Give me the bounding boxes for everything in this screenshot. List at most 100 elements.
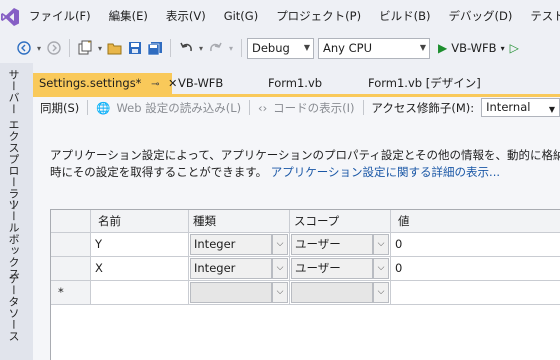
undo-icon[interactable] [176,38,196,58]
row-header[interactable] [51,257,91,281]
settings-help-link[interactable]: アプリケーション設定に関する詳細の表示... [271,165,500,179]
menu-bar: ファイル(F) 編集(E) 表示(V) Git(G) プロジェクト(P) ビルド… [0,0,560,33]
dropdown-arrow-icon[interactable]: ▾ [501,44,505,53]
platform-value: Any CPU [323,41,372,55]
setting-scope-combo[interactable]: ユーザー ⌵ [290,233,391,257]
access-modifier-label: アクセス修飾子(M): [371,100,475,115]
new-setting-type [190,282,272,303]
dropdown-arrow-icon[interactable]: ▾ [95,38,105,58]
open-folder-icon[interactable] [105,38,125,58]
setting-type: Integer [190,234,272,255]
description-line-2: 時にその設定を取得することができます。 [50,165,268,179]
menu-test[interactable]: テスト(S) [521,0,560,33]
settings-grid: 名前 種類 スコープ 値 Y Integer ⌵ ユーザー ⌵ 0 X Inte… [50,209,560,360]
new-setting-name-cell[interactable] [91,281,189,305]
tab-vb-wfb[interactable]: VB-WFB [172,73,262,94]
new-row-header[interactable]: * [51,281,91,305]
save-all-icon[interactable] [145,38,165,58]
setting-value: 0 [395,261,403,275]
chevron-down-icon[interactable]: ⌵ [373,258,389,279]
start-without-debugging-icon[interactable]: ▷ [510,41,519,55]
menu-edit[interactable]: 編集(E) [100,0,157,33]
side-tool-bar: サーバー エクスプローラー ツールボックス データソース [0,63,33,360]
column-header-value[interactable]: 値 [391,210,560,233]
sync-button[interactable]: 同期(S) [37,100,82,116]
new-setting-scope [291,282,373,303]
column-header-name[interactable]: 名前 [91,210,189,233]
tab-settings-settings[interactable]: Settings.settings* ⊸ ✕ [33,73,177,94]
setting-value-cell[interactable]: 0 [391,257,560,281]
toolbar-separator [87,100,89,115]
setting-name: X [95,261,103,275]
chevron-down-icon[interactable]: ⌵ [373,282,389,303]
side-tab-server-explorer[interactable]: サーバー エクスプローラー [5,69,21,211]
setting-scope: ユーザー [291,258,373,279]
new-setting-value-cell[interactable] [391,281,560,305]
document-tab-bar: Settings.settings* ⊸ ✕ VB-WFB Form1.vb F… [33,73,560,94]
toolbar-separator [69,39,70,57]
chevron-down-icon[interactable]: ⌵ [272,282,288,303]
new-setting-scope-combo[interactable]: ⌵ [290,281,391,305]
new-setting-type-combo[interactable]: ⌵ [189,281,290,305]
settings-description: アプリケーション設定によって、アプリケーションのプロパティ設定とその他の情報を、… [50,147,560,181]
toolbar-separator [170,39,171,57]
toolbar-separator [249,100,250,115]
menu-file[interactable]: ファイル(F) [20,0,100,33]
load-web-settings-button[interactable]: Web 設定の読み込み(L) [113,100,244,116]
column-header-type[interactable]: 種類 [189,210,290,233]
configuration-dropdown[interactable]: Debug ▼ [247,37,314,59]
run-target-label: VB-WFB [451,41,497,55]
menu-project[interactable]: プロジェクト(P) [267,0,370,33]
web-load-icon: 🌐 [96,100,111,115]
dropdown-arrow-icon[interactable]: ▾ [34,38,44,58]
setting-type-combo[interactable]: Integer ⌵ [189,233,290,257]
side-tab-data-sources[interactable]: データソース [5,273,21,342]
dropdown-arrow-icon[interactable]: ▾ [226,38,236,58]
tab-label: VB-WFB [178,76,224,90]
setting-type-combo[interactable]: Integer ⌵ [189,257,290,281]
menu-debug[interactable]: デバッグ(D) [439,0,521,33]
toolbar-separator [241,39,242,57]
navigate-back-icon[interactable] [14,38,34,58]
platform-dropdown[interactable]: Any CPU ▼ [318,37,430,59]
side-tab-toolbox[interactable]: ツールボックス [5,199,21,280]
setting-value: 0 [395,237,403,251]
tab-label: Form1.vb [デザイン] [368,76,481,90]
chevron-down-icon[interactable]: ⌵ [272,234,288,255]
configuration-value: Debug [252,41,290,55]
chevron-down-icon[interactable]: ⌵ [373,234,389,255]
column-header-name-label: 名前 [98,214,121,228]
new-project-icon[interactable] [75,38,95,58]
navigate-forward-icon[interactable] [44,38,64,58]
column-header-scope-label: スコープ [294,214,340,228]
column-header-value-label: 値 [398,214,410,228]
menu-view[interactable]: 表示(V) [157,0,215,33]
play-icon: ▶ [438,41,448,55]
chevron-down-icon: ▼ [548,105,556,114]
row-header[interactable] [51,233,91,257]
chevron-down-icon: ▼ [419,42,426,52]
column-header-type-label: 種類 [193,214,216,228]
setting-scope-combo[interactable]: ユーザー ⌵ [290,257,391,281]
chevron-down-icon[interactable]: ⌵ [272,258,288,279]
access-modifier-value: Internal [486,100,531,114]
view-code-button[interactable]: コードの表示(I) [270,100,357,116]
setting-value-cell[interactable]: 0 [391,233,560,257]
access-modifier-dropdown[interactable]: Internal ▼ [481,98,560,117]
tab-form1-design[interactable]: Form1.vb [デザイン] [362,73,560,94]
code-view-icon: ‹› [257,100,268,115]
column-header-scope[interactable]: スコープ [290,210,391,233]
menu-build[interactable]: ビルド(B) [370,0,439,33]
setting-name-cell[interactable]: X [91,257,189,281]
new-row-marker: * [58,285,64,299]
dropdown-arrow-icon[interactable]: ▾ [196,38,206,58]
setting-name: Y [95,237,103,251]
tab-form1-vb[interactable]: Form1.vb [262,73,362,94]
start-debugging-button[interactable]: ▶ VB-WFB ▾ ▷ [438,41,523,55]
menu-git[interactable]: Git(G) [215,0,268,33]
setting-name-cell[interactable]: Y [91,233,189,257]
tab-label: Form1.vb [268,76,323,90]
redo-icon[interactable] [206,38,226,58]
save-icon[interactable] [125,38,145,58]
pin-icon[interactable]: ⊸ [151,79,159,90]
